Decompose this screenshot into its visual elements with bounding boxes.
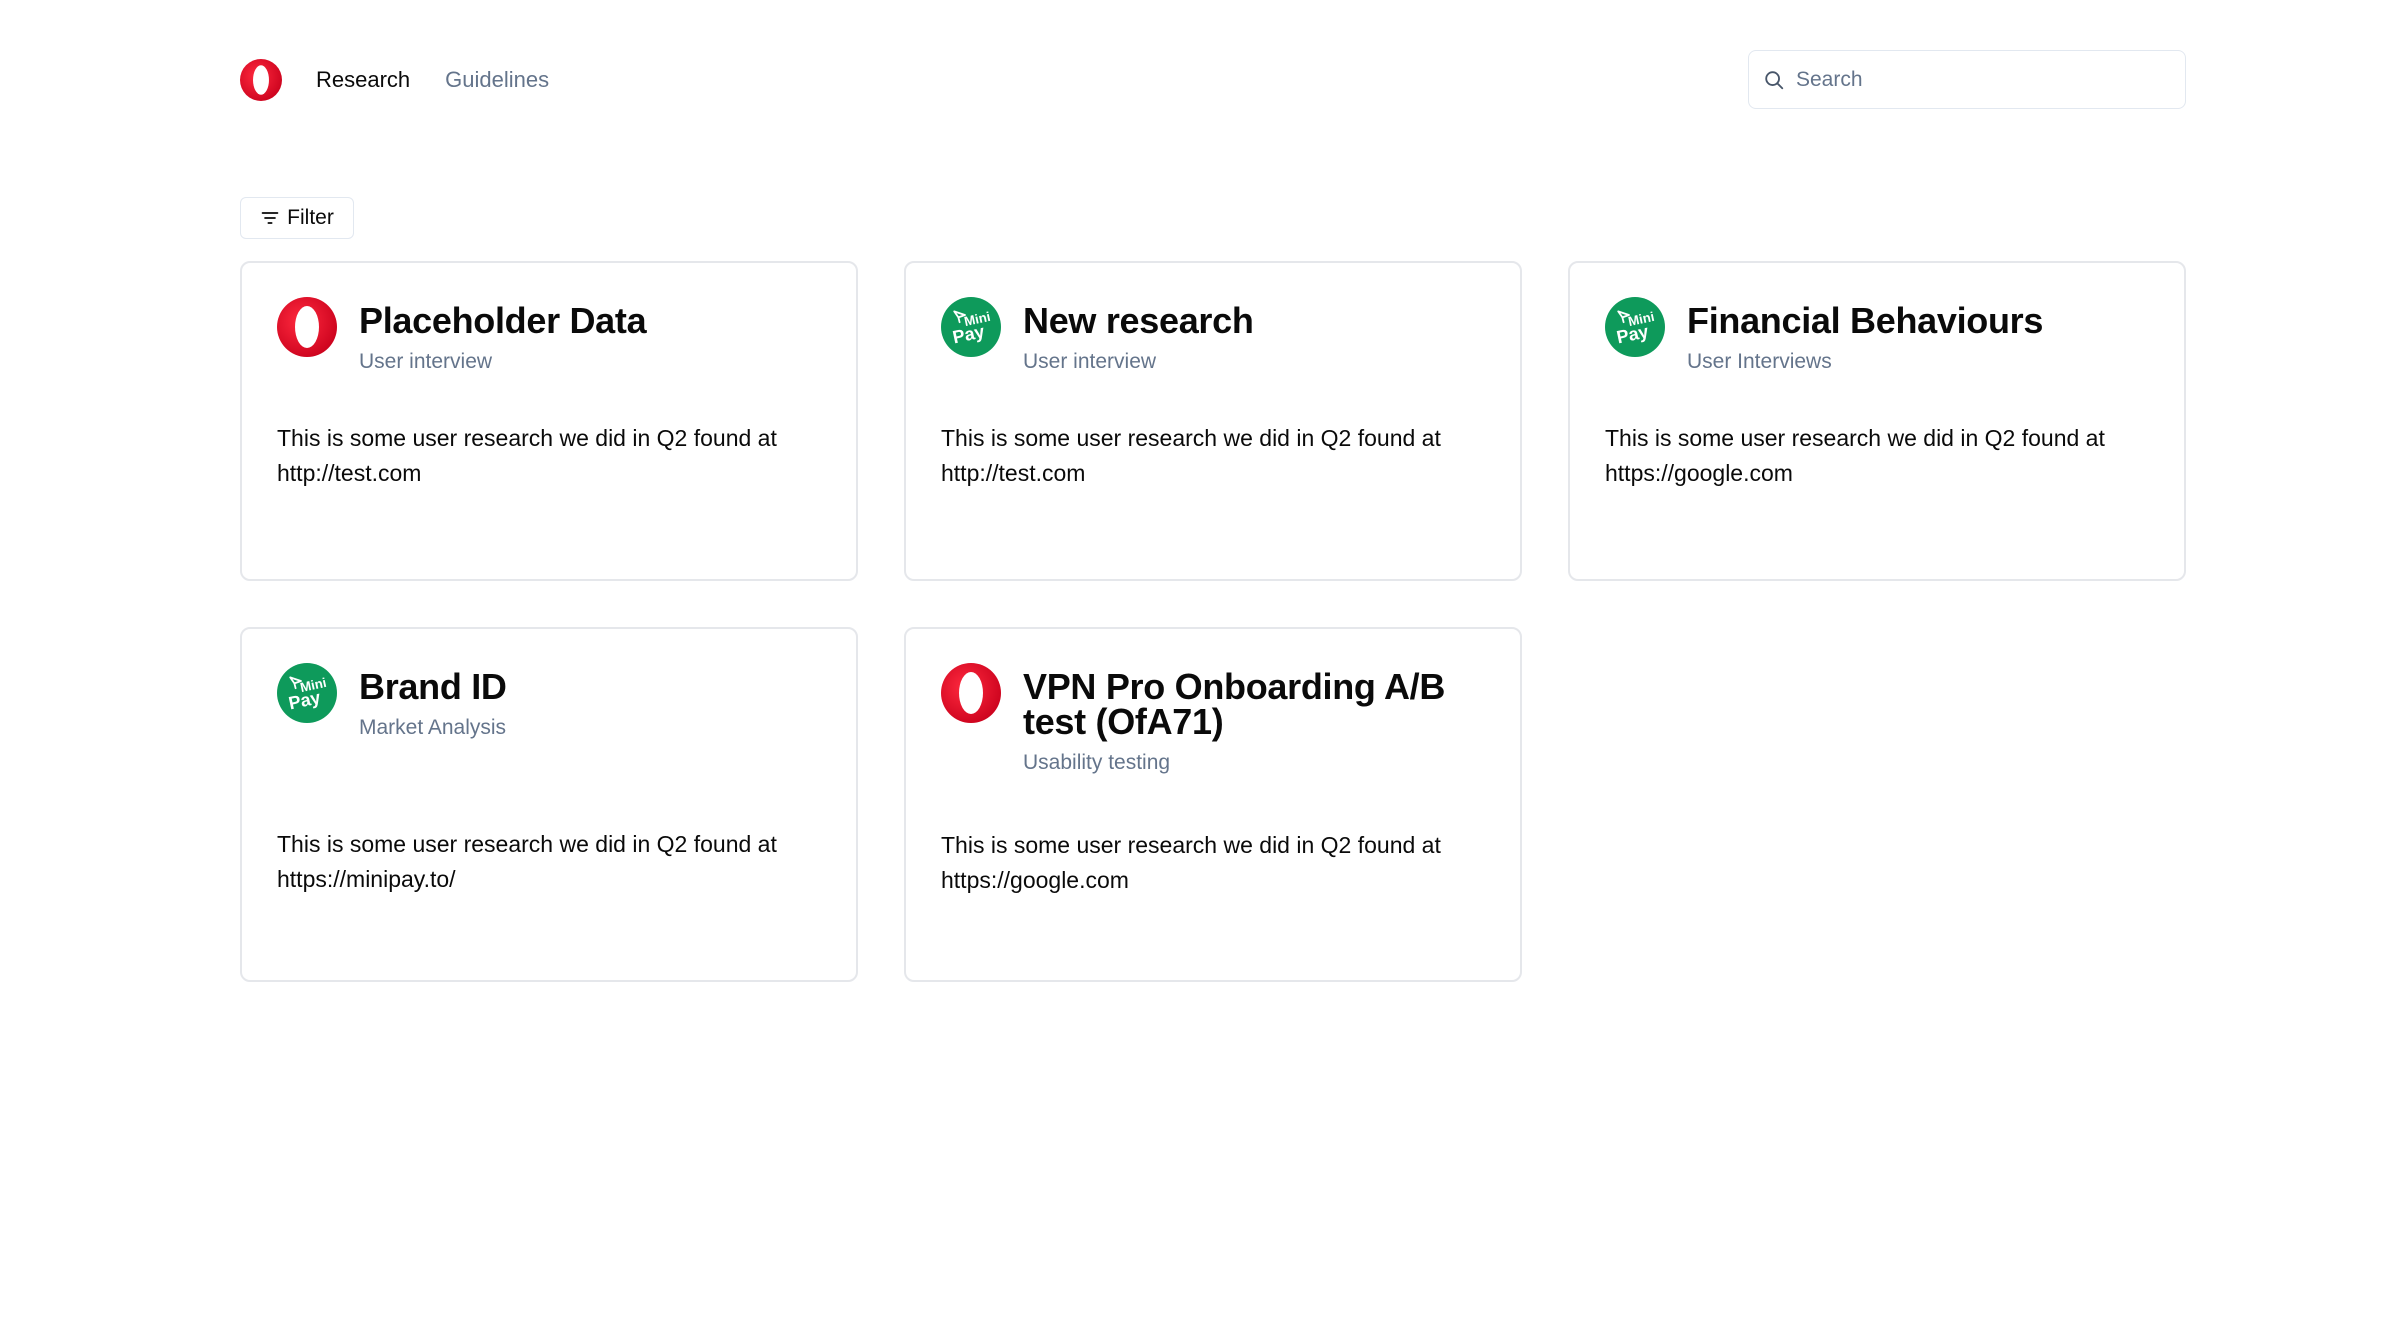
research-card[interactable]: VPN Pro Onboarding A/B test (OfA71) Usab…: [904, 627, 1522, 982]
card-research-type: Market Analysis: [359, 716, 507, 739]
minipay-logo-icon: Mini Pay: [1605, 297, 1665, 357]
filter-label: Filter: [287, 206, 334, 229]
card-research-type: Usability testing: [1023, 751, 1171, 774]
card-description: This is some user research we did in Q2 …: [941, 425, 1441, 486]
opera-logo-icon[interactable]: [240, 58, 282, 102]
card-header: VPN Pro Onboarding A/B test (OfA71) Usab…: [941, 663, 1486, 776]
card-title: Brand ID: [359, 666, 507, 707]
card-title: Financial Behaviours: [1687, 300, 2044, 341]
search-input[interactable]: [1796, 67, 2166, 92]
card-title-group: VPN Pro Onboarding A/B test (OfA71) Usab…: [1023, 663, 1486, 776]
filter-lines-icon: [261, 212, 279, 224]
research-card[interactable]: Mini Pay New research User interview Thi…: [904, 261, 1522, 581]
minipay-logo-icon: Mini Pay: [277, 663, 337, 723]
research-card-grid: Placeholder Data User interview This is …: [240, 261, 2186, 982]
main-nav: Research Guidelines: [316, 50, 549, 110]
card-title-group: Brand ID Market Analysis: [359, 663, 507, 741]
card-research-type: User interview: [1023, 350, 1157, 373]
card-header: Mini Pay New research User interview: [941, 297, 1486, 375]
opera-logo-icon: [941, 663, 1001, 723]
research-card[interactable]: Mini Pay Financial Behaviours User Inter…: [1568, 261, 2186, 581]
card-description: This is some user research we did in Q2 …: [1605, 425, 2105, 486]
nav-research[interactable]: Research: [316, 67, 410, 93]
card-title: Placeholder Data: [359, 300, 647, 341]
research-card[interactable]: Placeholder Data User interview This is …: [240, 261, 858, 581]
research-card[interactable]: Mini Pay Brand ID Market Analysis This i…: [240, 627, 858, 982]
card-description: This is some user research we did in Q2 …: [941, 832, 1441, 893]
card-title-group: Financial Behaviours User Interviews: [1687, 297, 2043, 375]
search-box[interactable]: [1748, 50, 2186, 109]
card-research-type: User interview: [359, 350, 493, 373]
card-header: Mini Pay Brand ID Market Analysis: [277, 663, 822, 741]
minipay-logo-icon: Mini Pay: [941, 297, 1001, 357]
card-header: Mini Pay Financial Behaviours User Inter…: [1605, 297, 2150, 375]
card-description: This is some user research we did in Q2 …: [277, 831, 777, 892]
card-title: New research: [1023, 300, 1254, 341]
filter-button[interactable]: Filter: [240, 197, 354, 239]
opera-logo-icon: [277, 297, 337, 357]
card-header: Placeholder Data User interview: [277, 297, 822, 375]
nav-guidelines[interactable]: Guidelines: [445, 67, 549, 93]
top-header: Research Guidelines: [240, 50, 2186, 110]
search-icon: [1765, 70, 1784, 89]
card-title: VPN Pro Onboarding A/B test (OfA71): [1023, 666, 1446, 742]
card-title-group: New research User interview: [1023, 297, 1254, 375]
card-title-group: Placeholder Data User interview: [359, 297, 647, 375]
card-description: This is some user research we did in Q2 …: [277, 425, 777, 486]
card-research-type: User Interviews: [1687, 350, 1832, 373]
